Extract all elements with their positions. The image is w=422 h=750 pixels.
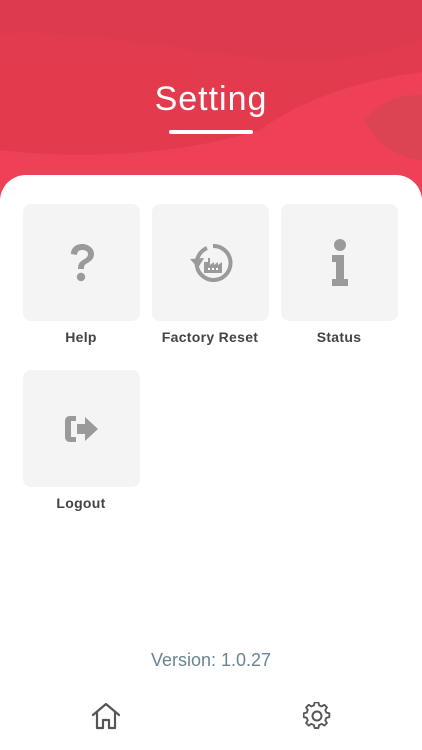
question-mark-icon [67,243,97,283]
info-icon [328,238,352,287]
logout-tile[interactable] [23,370,140,487]
page-title: Setting [154,80,268,118]
logout-label: Logout [56,495,106,511]
status-tile[interactable] [281,204,398,321]
home-icon [91,702,121,730]
help-tile[interactable] [23,204,140,321]
status-label: Status [316,329,362,345]
factory-reset-tile[interactable] [152,204,269,321]
help-label: Help [65,329,97,345]
title-underline [169,130,253,134]
factory-reset-icon [189,243,233,283]
version-text: Version: 1.0.27 [150,650,272,670]
gear-icon [303,702,331,730]
logout-icon [63,414,101,444]
settings-nav-button[interactable] [297,696,337,736]
factory-reset-label: Factory Reset [161,329,259,345]
home-nav-button[interactable] [86,696,126,736]
